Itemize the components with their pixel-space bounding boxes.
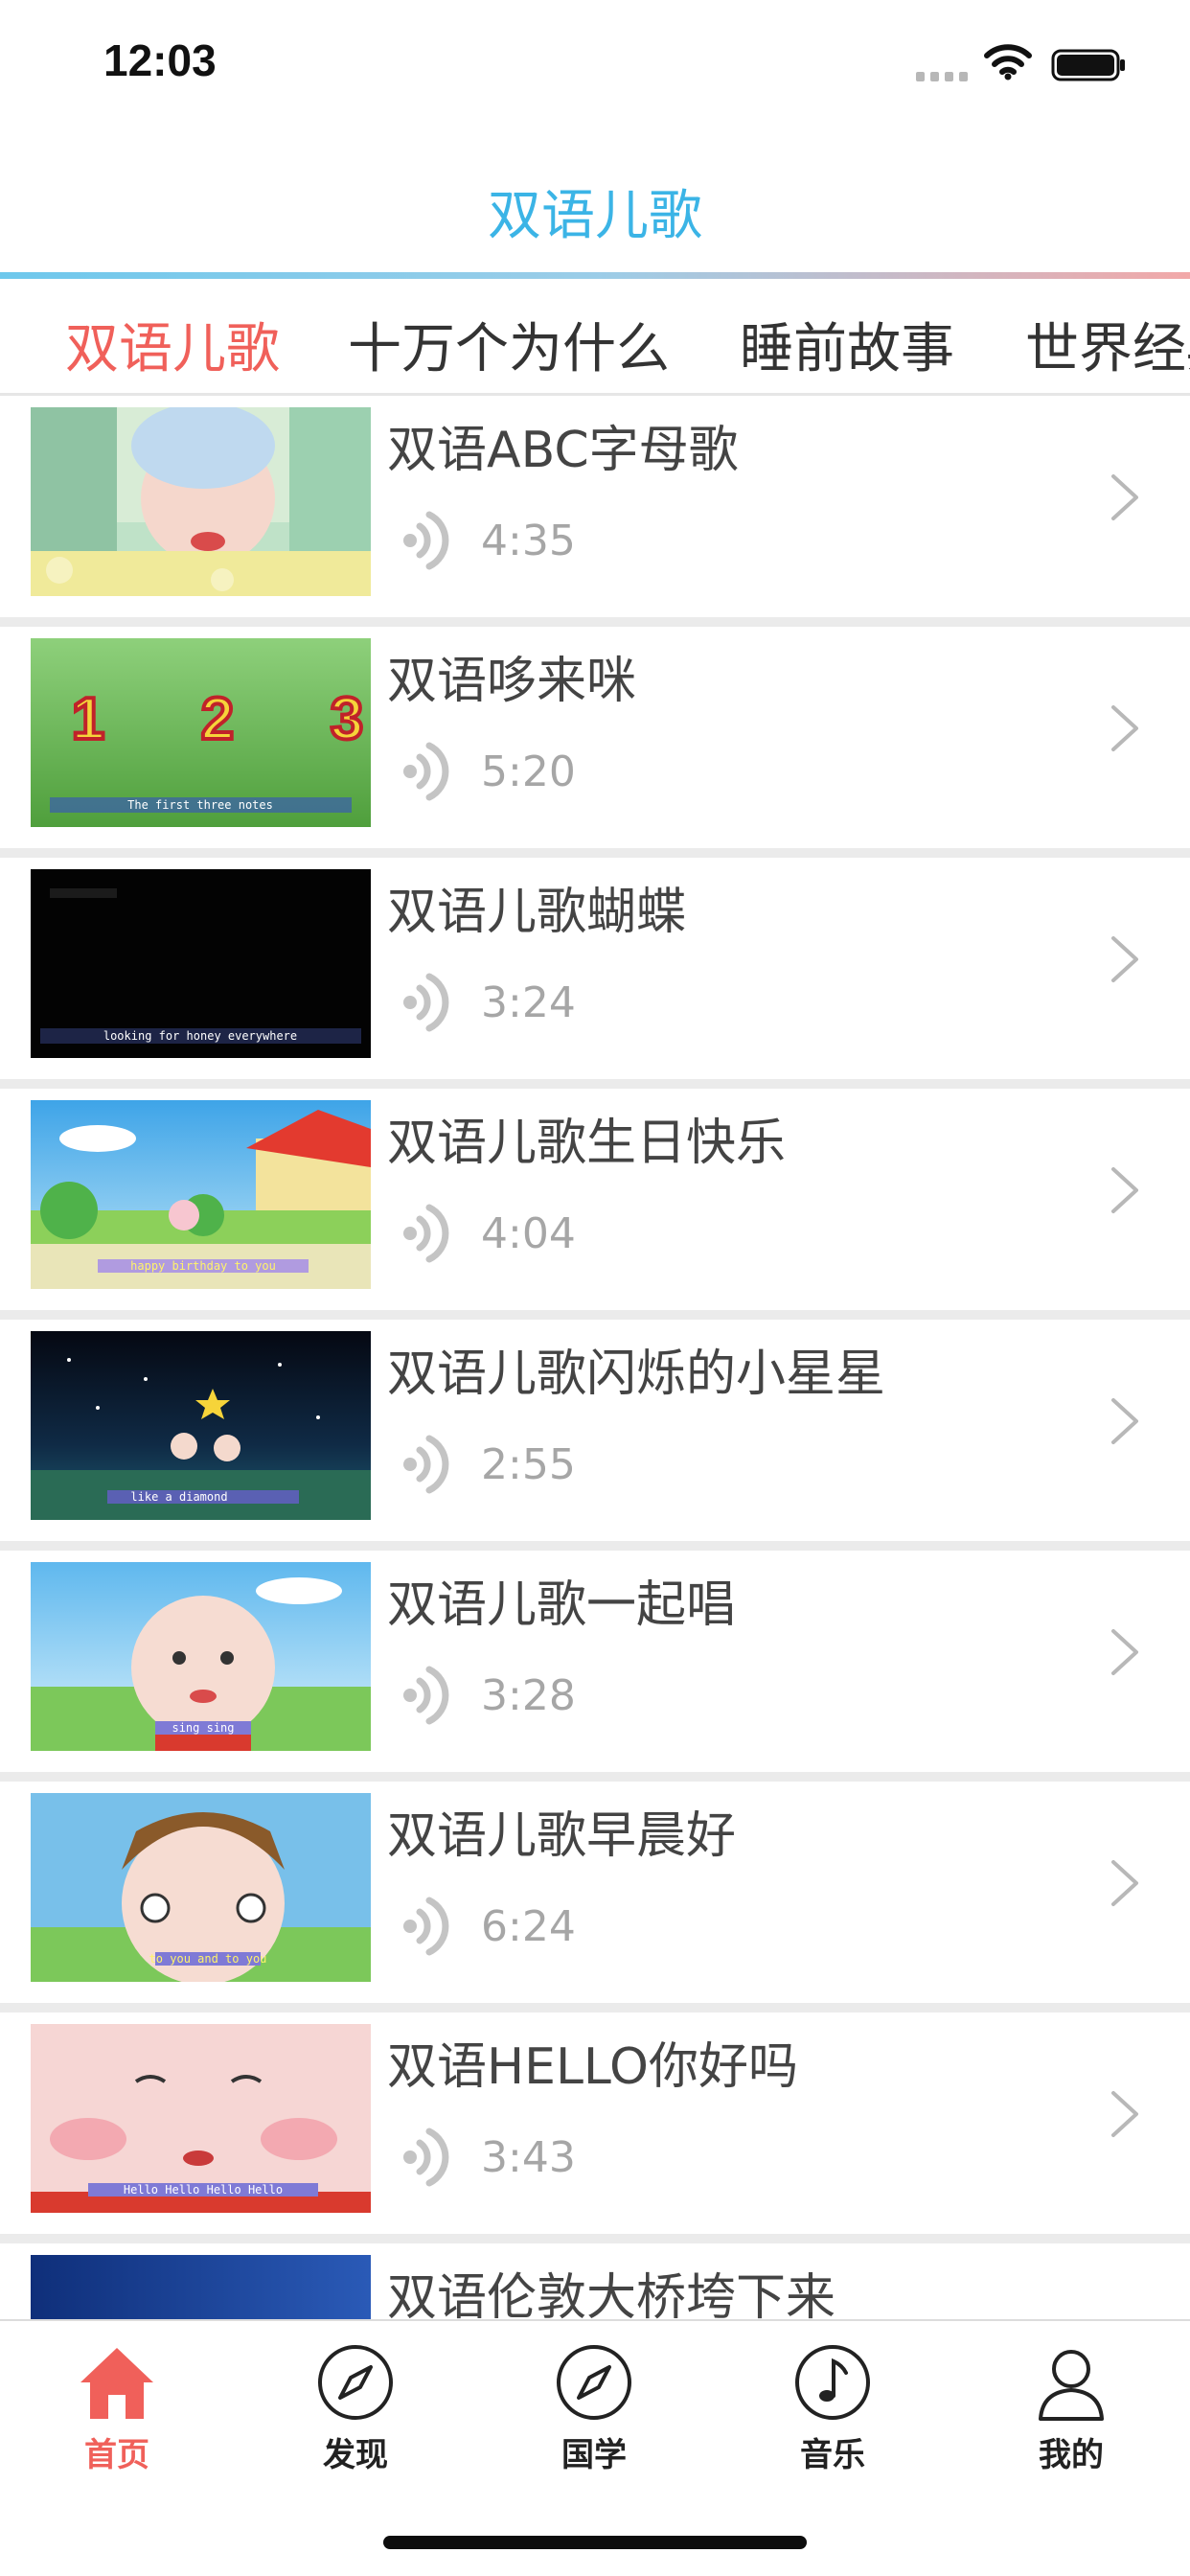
list-item[interactable]: 1 2 3 The first three notes 双语哆来咪 5:20 — [0, 627, 1190, 848]
thumbnail-caption: Hello Hello Hello Hello — [124, 2183, 283, 2196]
song-title: 双语HELLO你好吗 — [387, 2038, 798, 2096]
song-title: 双语儿歌蝴蝶 — [387, 884, 687, 941]
song-title: 双语儿歌闪烁的小星星 — [387, 1346, 886, 1403]
chevron-right-icon — [1111, 1167, 1138, 1213]
song-list: 双语ABC字母歌 4:35 1 2 3 The first three note… — [0, 396, 1190, 2319]
tab-world-classics[interactable]: 世界经典 — [1025, 306, 1190, 383]
video-thumbnail: sing sing — [31, 1562, 371, 1751]
thumbnail-caption: happy birthday to you — [130, 1259, 276, 1273]
tabbar-music[interactable]: 音乐 — [737, 2342, 928, 2475]
tabbar-label: 首页 — [84, 2436, 149, 2474]
home-icon — [80, 2348, 153, 2419]
video-thumbnail — [31, 2255, 371, 2319]
chevron-right-icon — [1111, 474, 1138, 520]
chevron-right-icon — [1111, 936, 1138, 982]
tab-bedtime-stories[interactable]: 睡前故事 — [740, 306, 954, 383]
video-thumbnail: to you and to you — [31, 1793, 371, 1982]
video-thumbnail: 1 2 3 The first three notes — [31, 638, 371, 827]
category-tabs: 双语儿歌 十万个为什么 睡前故事 世界经典 — [0, 279, 1190, 394]
video-thumbnail: Hello Hello Hello Hello — [31, 2024, 371, 2213]
speaker-icon — [403, 2128, 449, 2187]
song-duration: 3:43 — [481, 2133, 576, 2182]
chevron-right-icon — [1111, 2091, 1138, 2137]
thumbnail-caption: to you and to you — [149, 1952, 267, 1966]
chevron-right-icon — [1111, 705, 1138, 751]
list-item[interactable]: sing sing 双语儿歌一起唱 3:28 — [0, 1551, 1190, 1772]
song-title: 双语哆来咪 — [387, 653, 637, 710]
speaker-icon — [403, 1897, 449, 1956]
home-indicator — [383, 2536, 807, 2549]
speaker-icon — [403, 742, 449, 801]
list-item[interactable]: Hello Hello Hello Hello 双语HELLO你好吗 3:43 — [0, 2012, 1190, 2234]
tabbar-label: 国学 — [561, 2436, 627, 2474]
wifi-icon — [984, 44, 1032, 80]
song-duration: 2:55 — [481, 1440, 576, 1489]
song-duration: 3:28 — [481, 1671, 576, 1720]
list-item[interactable]: happy birthday to you 双语儿歌生日快乐 4:04 — [0, 1089, 1190, 1310]
tabbar-label: 发现 — [323, 2436, 388, 2474]
speaker-icon — [403, 1435, 449, 1494]
speaker-icon — [403, 1666, 449, 1725]
chevron-right-icon — [1111, 1860, 1138, 1906]
list-item[interactable]: 双语ABC字母歌 4:35 — [0, 396, 1190, 617]
chevron-right-icon — [1111, 1629, 1138, 1675]
tabbar-discover[interactable]: 发现 — [260, 2342, 451, 2475]
song-duration: 6:24 — [481, 1902, 576, 1951]
list-item[interactable]: looking for honey everywhere 双语儿歌蝴蝶 3:24 — [0, 858, 1190, 1079]
chevron-right-icon — [1111, 1398, 1138, 1444]
video-thumbnail: like a diamond — [31, 1331, 371, 1520]
tabbar-label: 我的 — [1039, 2436, 1104, 2474]
song-duration: 4:35 — [481, 517, 576, 565]
thumbnail-number: 3 — [331, 686, 363, 752]
tab-hundred-thousand-whys[interactable]: 十万个为什么 — [348, 306, 670, 383]
thumbnail-caption: looking for honey everywhere — [103, 1029, 297, 1043]
compass-icon — [557, 2345, 631, 2420]
page-title: 双语儿歌 — [488, 185, 702, 247]
tabbar-label: 音乐 — [800, 2436, 865, 2474]
title-divider — [0, 272, 1190, 279]
song-title: 双语ABC字母歌 — [387, 422, 739, 479]
status-time: 12:03 — [103, 35, 217, 85]
person-icon — [1039, 2350, 1104, 2421]
battery-icon — [1051, 49, 1125, 81]
song-title: 双语伦敦大桥垮下来 — [387, 2269, 836, 2319]
tabbar-guoxue[interactable]: 国学 — [498, 2342, 690, 2475]
list-item[interactable]: 双语伦敦大桥垮下来 — [0, 2243, 1190, 2319]
song-title: 双语儿歌早晨好 — [387, 1807, 737, 1865]
tabbar-home[interactable]: 首页 — [21, 2342, 213, 2475]
thumbnail-number: 1 — [72, 686, 104, 752]
video-thumbnail: looking for honey everywhere — [31, 869, 371, 1058]
song-duration: 3:24 — [481, 978, 576, 1027]
video-thumbnail — [31, 407, 371, 596]
speaker-icon — [403, 1204, 449, 1263]
cellular-signal-icon — [916, 72, 970, 81]
song-title: 双语儿歌生日快乐 — [387, 1115, 787, 1172]
thumbnail-caption: like a diamond — [130, 1490, 227, 1504]
video-thumbnail: happy birthday to you — [31, 1100, 371, 1289]
tabbar-me[interactable]: 我的 — [975, 2342, 1167, 2475]
status-bar: 12:03 — [0, 0, 1190, 129]
thumbnail-number: 2 — [201, 686, 234, 752]
list-item[interactable]: like a diamond 双语儿歌闪烁的小星星 2:55 — [0, 1320, 1190, 1541]
list-item[interactable]: to you and to you 双语儿歌早晨好 6:24 — [0, 1782, 1190, 2003]
song-duration: 5:20 — [481, 748, 576, 796]
song-title: 双语儿歌一起唱 — [387, 1576, 737, 1634]
song-duration: 4:04 — [481, 1209, 576, 1258]
speaker-icon — [403, 511, 449, 570]
thumbnail-caption: The first three notes — [127, 798, 273, 812]
music-note-icon — [795, 2345, 870, 2420]
speaker-icon — [403, 973, 449, 1032]
tab-bilingual-songs[interactable]: 双语儿歌 — [65, 306, 280, 383]
compass-icon — [318, 2345, 393, 2420]
thumbnail-caption: sing sing — [172, 1721, 234, 1735]
